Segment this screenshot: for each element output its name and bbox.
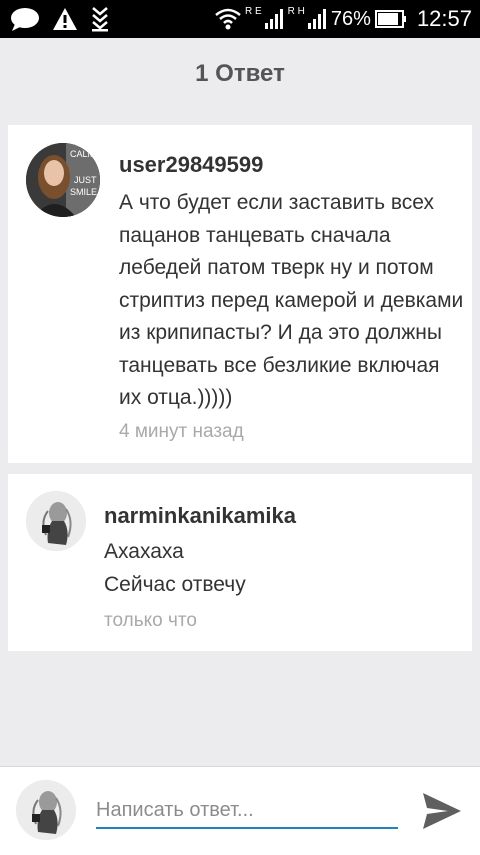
reply-input[interactable] [96, 793, 398, 829]
signal-icon [307, 9, 326, 29]
battery-icon [374, 10, 406, 28]
comment-text-line: Сейчас отвечу [104, 572, 246, 596]
message-icon [11, 8, 39, 31]
comment-text: А что будет если заставить всех пацанов … [119, 191, 464, 409]
comment-username[interactable]: user29849599 [119, 152, 263, 178]
avatar-photo [26, 491, 86, 551]
clock: 12:57 [416, 6, 472, 31]
page-title: 1 Ответ [195, 60, 285, 87]
comment-card: CALM JUST SMILE user29849599 А что будет… [8, 125, 472, 463]
signal-icon [264, 9, 283, 29]
avatar-text-2: JUST [74, 175, 97, 185]
comment-text: Ахахаха Сейчас отвечу [104, 536, 444, 601]
warning-icon [53, 8, 77, 30]
comment-card: narminkanikamika Ахахаха Сейчас отвечу т… [8, 474, 472, 651]
status-bar: R E R H 76% 12:57 [0, 0, 480, 38]
wifi-icon [215, 8, 241, 30]
avatar-photo [16, 780, 76, 840]
avatar-text-1: CALM [70, 149, 95, 159]
signal1-network-letters: R E [245, 5, 262, 17]
signal2-network-letters: R H [287, 5, 305, 17]
avatar-photo: CALM JUST SMILE [26, 143, 100, 217]
avatar[interactable]: CALM JUST SMILE [26, 143, 100, 217]
avatar-text-3: SMILE [70, 187, 97, 197]
send-icon[interactable] [420, 789, 464, 833]
comment-timestamp: 4 минут назад [119, 421, 244, 442]
battery-percent: 76% [330, 7, 371, 30]
comment-username[interactable]: narminkanikamika [104, 503, 296, 529]
reply-composer [0, 766, 480, 855]
comment-text-line: Ахахаха [104, 540, 184, 563]
download-icon [92, 7, 108, 32]
avatar[interactable] [26, 491, 86, 551]
page-header: 1 Ответ [0, 38, 480, 110]
my-avatar[interactable] [16, 780, 76, 840]
comment-timestamp: только что [104, 610, 197, 631]
